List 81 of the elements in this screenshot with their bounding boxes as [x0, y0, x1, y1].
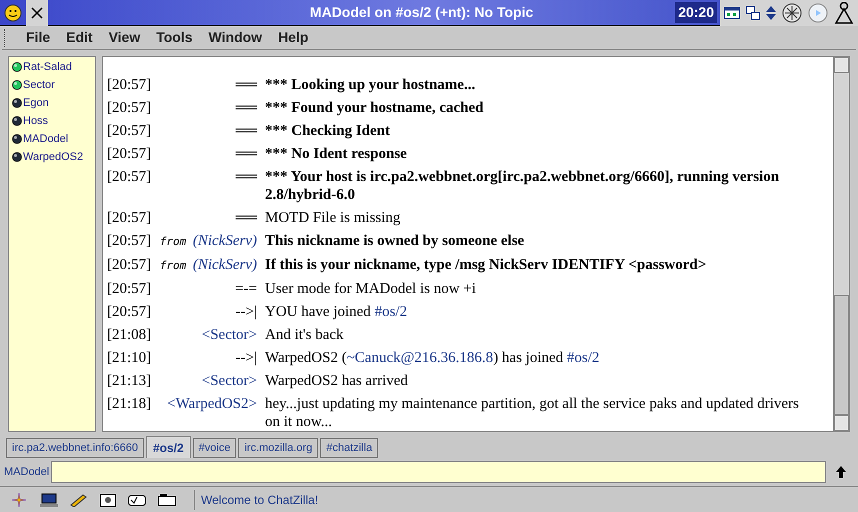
timestamp: [20:57] — [107, 280, 152, 298]
user-item[interactable]: MADodel — [9, 131, 95, 147]
user-item[interactable]: Rat-Salad — [9, 59, 95, 75]
status-message: Welcome to ChatZilla! — [201, 492, 318, 508]
message-text: If this is your nickname, type /msg NickServ IDENTIFY <password> — [265, 256, 708, 274]
scrollbar[interactable] — [833, 57, 849, 431]
message-source: =-= — [235, 280, 257, 298]
smiley-icon[interactable] — [4, 4, 22, 22]
message-text: *** Found your hostname, cached — [265, 98, 484, 116]
channel-tab[interactable]: #voice — [192, 438, 236, 458]
message-source: ══ — [236, 76, 257, 94]
menu-item[interactable]: View — [100, 27, 148, 48]
picture-frame-icon[interactable] — [100, 492, 116, 506]
menu-item[interactable]: Edit — [58, 27, 101, 48]
ticket-icon[interactable] — [158, 492, 176, 506]
message-text: YOU have joined #os/2 — [265, 302, 408, 320]
nick-label: MADodel — [4, 464, 50, 480]
close-button[interactable] — [26, 0, 48, 26]
disc-icon[interactable] — [808, 2, 828, 22]
updown-arrows-icon[interactable] — [766, 6, 776, 20]
channel-tab[interactable]: #chatzilla — [320, 438, 378, 458]
message-source: from (NickServ) — [160, 232, 257, 250]
timestamp: [21:10] — [107, 348, 152, 366]
menu-item[interactable]: Window — [200, 27, 270, 48]
window-list-icon[interactable] — [724, 6, 740, 18]
message-source: <WarpedOS2> — [167, 394, 257, 412]
timestamp: [21:08] — [107, 326, 152, 344]
window-title: MADodel on #os/2 (+nt): No Topic — [310, 3, 534, 22]
pencil-icon[interactable] — [70, 492, 88, 506]
message-text: WarpedOS2 has arrived — [265, 372, 409, 390]
check-icon[interactable] — [128, 492, 146, 506]
message-source: ══ — [236, 168, 257, 186]
message-text: User mode for MADodel is now +i — [265, 280, 477, 298]
message-text: *** Looking up your hostname... — [265, 76, 476, 94]
user-item[interactable]: Hoss — [9, 113, 95, 129]
close-icon — [31, 6, 43, 18]
timestamp: [20:57] — [107, 76, 152, 94]
channel-tab[interactable]: irc.mozilla.org — [238, 438, 318, 458]
timestamp: [21:13] — [107, 372, 152, 390]
timestamp: [20:57] — [107, 208, 152, 226]
user-item[interactable]: WarpedOS2 — [9, 149, 95, 165]
timestamp: [20:57] — [107, 302, 152, 320]
message-text: *** No Ident response — [265, 144, 408, 162]
timestamp: [20:57] — [107, 168, 152, 186]
message-text: *** Checking Ident — [265, 122, 392, 140]
timestamp: [20:57] — [107, 98, 152, 116]
spiral-icon[interactable] — [782, 2, 802, 22]
clock: 20:20 — [675, 2, 717, 23]
message-source: <Sector> — [202, 372, 257, 390]
computer-icon[interactable] — [40, 492, 58, 506]
message-input[interactable] — [51, 461, 826, 483]
person-icon[interactable] — [834, 2, 854, 24]
message-source: <Sector> — [202, 326, 257, 344]
timestamp: [21:18] — [107, 394, 152, 412]
message-text: And it's back — [265, 326, 345, 344]
message-source: -->| — [236, 302, 257, 320]
message-source: ══ — [236, 208, 257, 226]
message-source: ══ — [236, 122, 257, 140]
user-item[interactable]: Egon — [9, 95, 95, 111]
message-source: ══ — [236, 144, 257, 162]
menu-item[interactable]: File — [18, 27, 58, 48]
message-text: WarpedOS2 (~Canuck@216.36.186.8) has joined #os/2 — [265, 348, 600, 366]
message-text: hey...just updating my maintenance partition, got all the service paks and updated drivers on it now... — [265, 394, 800, 430]
menu-item[interactable]: Help — [270, 27, 316, 48]
message-source: from (NickServ) — [160, 256, 257, 274]
timestamp: [20:57] — [107, 232, 152, 250]
menu-item[interactable]: Tools — [148, 27, 201, 48]
channel-tab[interactable]: #os/2 — [146, 436, 191, 458]
channel-tab[interactable]: irc.pa2.webbnet.info:6660 — [6, 438, 144, 458]
timestamp: [20:57] — [107, 122, 152, 140]
windows-icon[interactable] — [746, 6, 760, 20]
message-source: ══ — [236, 98, 257, 116]
user-item[interactable]: Sector — [9, 77, 95, 93]
message-source: -->| — [236, 348, 257, 366]
message-text: *** Your host is irc.pa2.webbnet.org[irc.pa2.webbnet.org/6660], running version 2.8/hybrid-6.0 — [265, 168, 780, 204]
message-text: This nickname is owned by someone else — [265, 232, 526, 250]
timestamp: [20:57] — [107, 256, 152, 274]
message-text: MOTD File is missing — [265, 208, 402, 226]
up-arrow-icon[interactable] — [836, 466, 846, 478]
timestamp: [20:57] — [107, 144, 152, 162]
sparkle-icon[interactable] — [10, 492, 28, 506]
